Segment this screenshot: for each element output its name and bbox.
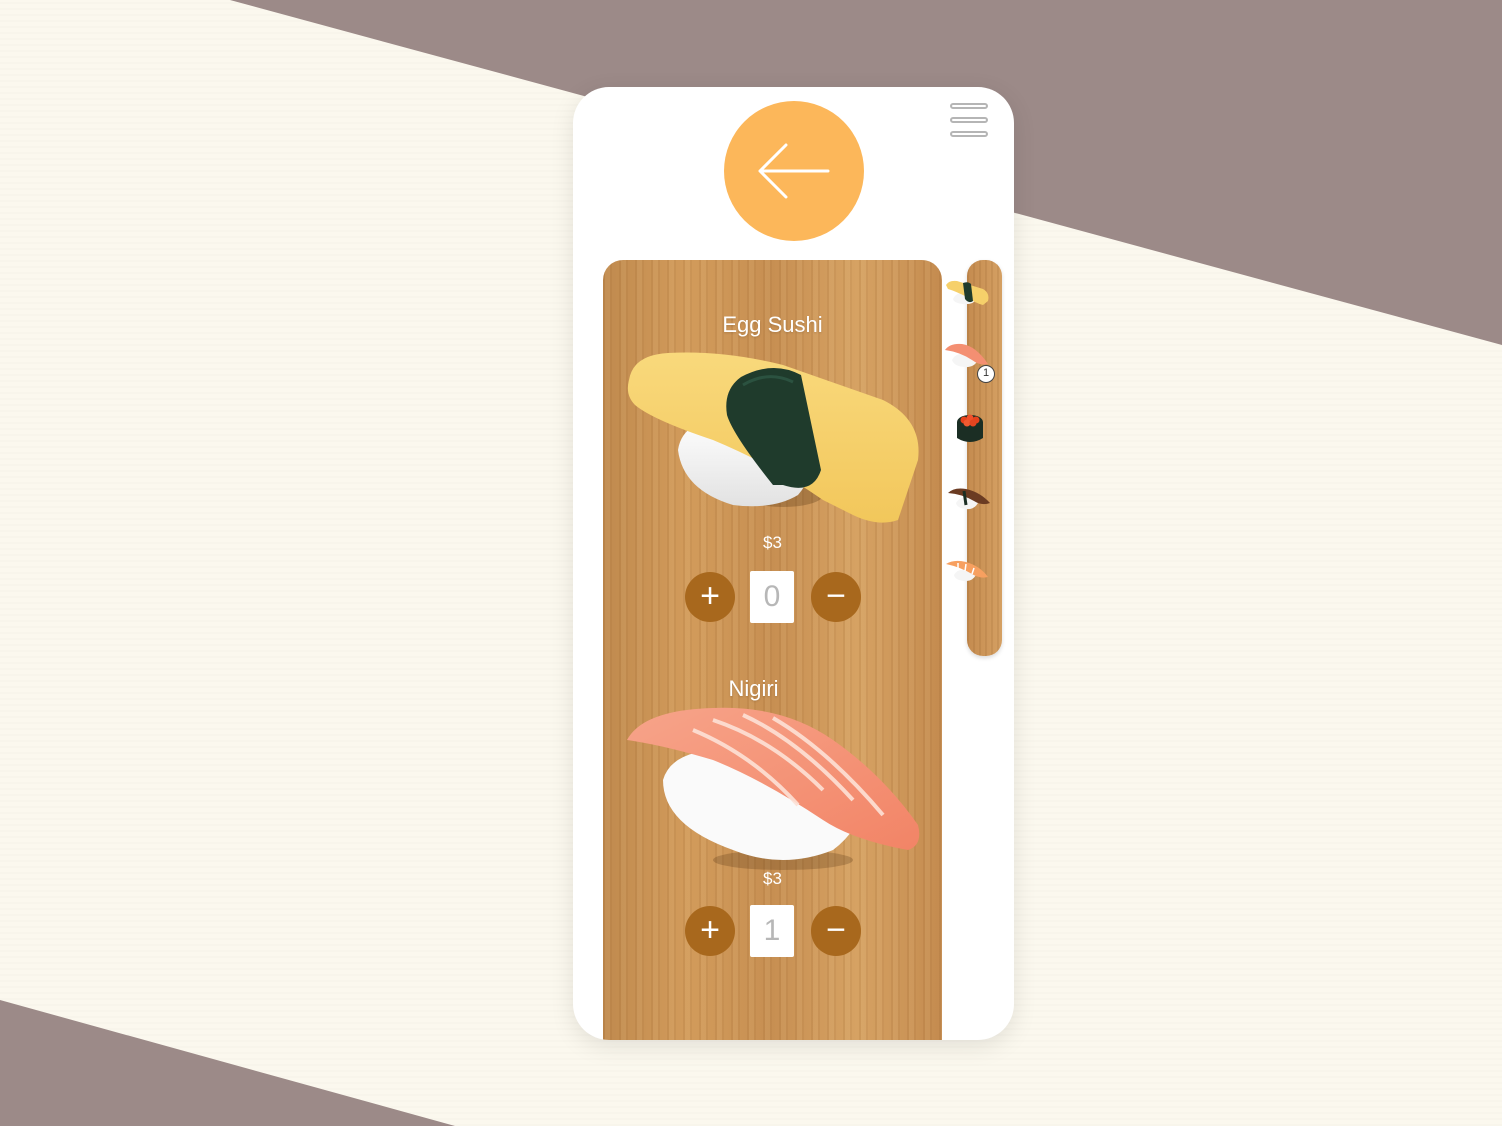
quantity-field[interactable]: 0 [750,571,794,623]
background: Egg Sushi $3 + 0 − Nigiri $3 + 1 − 1 [0,0,1502,1126]
item-name: Egg Sushi [722,312,823,337]
increase-button[interactable]: + [685,572,735,622]
egg-sushi-thumb-icon[interactable] [945,279,991,307]
menu-line [950,103,988,109]
shrimp-thumb-icon[interactable] [944,557,990,585]
sushi-board: Egg Sushi $3 + 0 − Nigiri $3 + 1 − [603,260,942,1040]
cart-badge: 1 [977,365,995,383]
increase-button[interactable]: + [685,906,735,956]
quantity-field[interactable]: 1 [750,905,794,957]
item-price: $3 [763,869,782,888]
item-price: $3 [763,533,782,552]
eel-thumb-icon[interactable] [946,485,992,513]
quantity-stepper: + 0 − [685,571,861,623]
nigiri-image [627,707,920,870]
quantity-stepper: + 1 − [685,905,861,957]
item-name: Nigiri [728,676,779,701]
decrease-button[interactable]: − [811,906,861,956]
back-button[interactable] [724,101,864,241]
egg-sushi-image [627,352,919,523]
arrow-left-icon [758,143,830,199]
phone-screen: Egg Sushi $3 + 0 − Nigiri $3 + 1 − 1 [573,87,1014,1040]
menu-line [950,117,988,123]
ikura-thumb-icon[interactable] [953,410,987,446]
hamburger-icon[interactable] [950,103,988,137]
menu-line [950,131,988,137]
decrease-button[interactable]: − [811,572,861,622]
sushi-sidebar [967,260,1002,656]
